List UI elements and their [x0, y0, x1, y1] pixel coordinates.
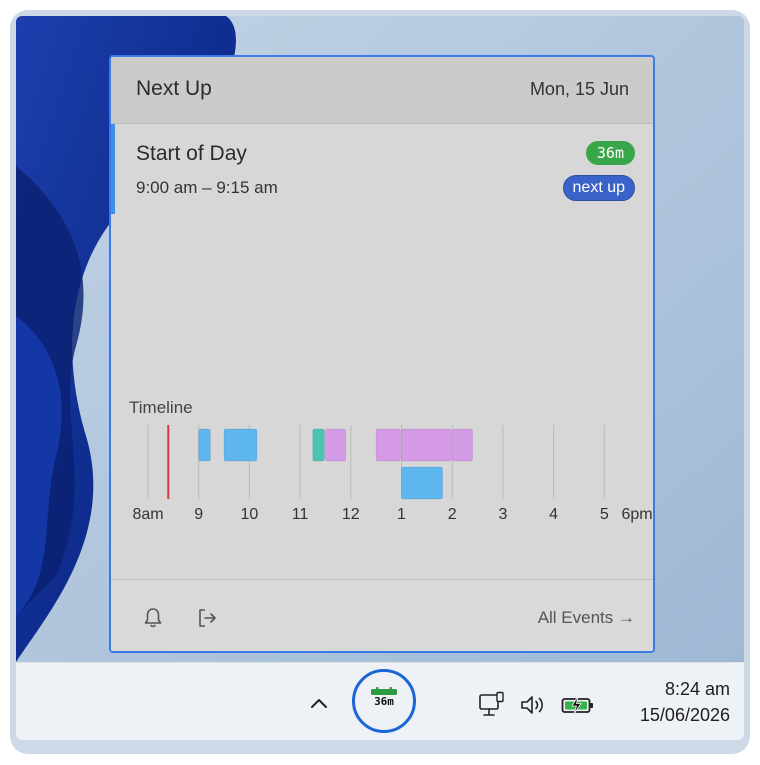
timeline-event-block[interactable] — [451, 428, 473, 462]
tray-calendar-app[interactable]: 36m — [352, 669, 416, 733]
network-icon[interactable] — [478, 691, 506, 719]
timeline-tick-label: 4 — [549, 506, 559, 523]
event-title: Start of Day — [136, 142, 247, 165]
timeline-tick-label: 9 — [194, 506, 204, 523]
popup-date: Mon, 15 Jun — [529, 79, 629, 99]
tray-app-countdown: 36m — [374, 695, 394, 708]
countdown-badge: 36m — [585, 141, 635, 165]
clock-date[interactable]: 15/06/2026 — [640, 705, 730, 726]
volume-icon[interactable] — [519, 693, 547, 717]
timeline-tick-label: 1 — [397, 506, 406, 523]
timeline-event-block[interactable] — [401, 466, 444, 500]
timeline-event-block[interactable] — [223, 428, 258, 462]
popup-footer: All Events → — [111, 579, 653, 651]
next-event-card[interactable]: Start of Day 9:00 am – 9:15 am 36m next … — [111, 124, 653, 216]
timeline-label: Timeline — [129, 398, 193, 417]
timeline-event-block[interactable] — [198, 428, 211, 462]
clock-time[interactable]: 8:24 am — [665, 679, 730, 700]
event-time: 9:00 am – 9:15 am — [136, 178, 278, 197]
taskbar: 36m 8:24 am 15/06/2026 — [16, 662, 744, 740]
bell-icon[interactable] — [141, 606, 165, 630]
timeline-event-block[interactable] — [375, 428, 401, 462]
battery-charging-icon[interactable] — [561, 695, 595, 715]
next-up-badge: next up — [562, 175, 635, 201]
timeline-event-block[interactable] — [324, 428, 347, 462]
timeline-tick-label: 12 — [341, 506, 360, 523]
timeline-tick-label: 11 — [291, 506, 309, 523]
timeline-tick-label: 3 — [498, 506, 508, 523]
timeline-tick-label: 8am — [132, 506, 164, 523]
popup-header: Next Up Mon, 15 Jun — [111, 57, 653, 124]
all-events-link[interactable]: All Events → — [538, 608, 635, 628]
sign-out-icon[interactable] — [195, 606, 219, 630]
chevron-up-icon[interactable] — [309, 694, 329, 714]
timeline-tick-label: 2 — [447, 506, 457, 523]
timeline-event-block[interactable] — [401, 428, 452, 462]
timeline-tick-label: 6pm — [621, 506, 653, 523]
next-up-popup: Next Up Mon, 15 Jun Start of Day 9:00 am… — [109, 55, 655, 653]
timeline-event-block[interactable] — [312, 428, 325, 462]
desktop-screen: Next Up Mon, 15 Jun Start of Day 9:00 am… — [16, 16, 744, 740]
timeline-chart — [147, 425, 605, 500]
timeline-tick-label: 10 — [240, 506, 259, 523]
event-accent-bar — [111, 124, 115, 214]
popup-title: Next Up — [136, 77, 212, 100]
timeline-tick-label: 5 — [599, 506, 609, 523]
